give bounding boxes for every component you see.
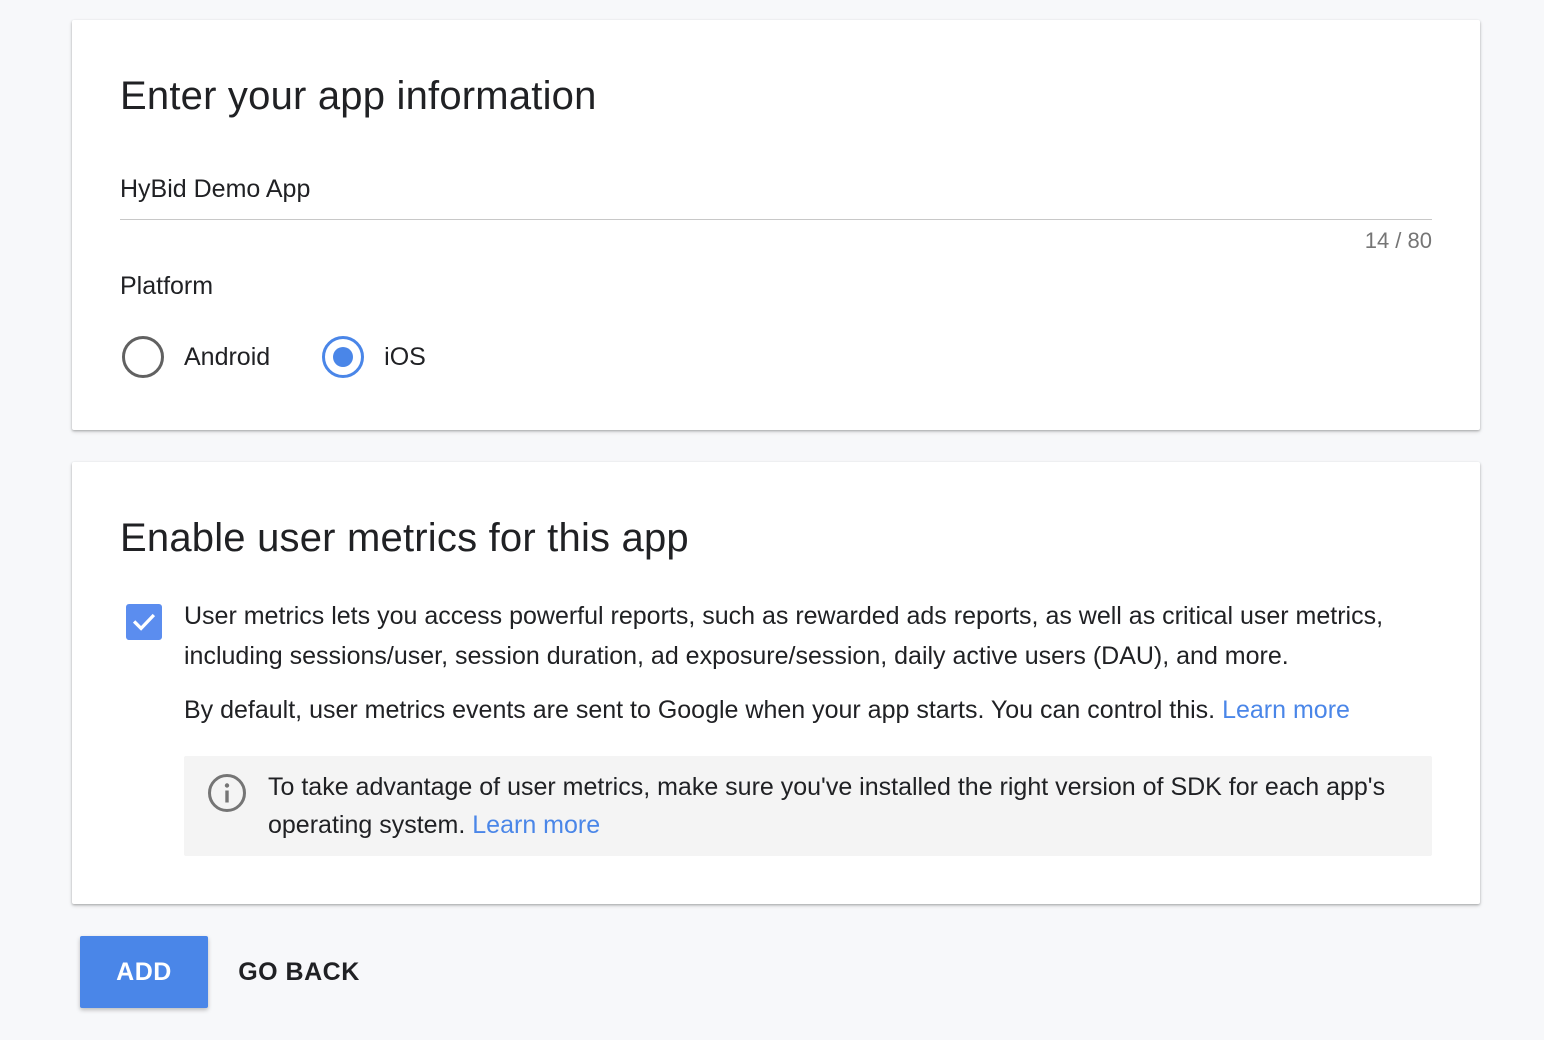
app-name-field[interactable] bbox=[120, 170, 1432, 220]
info-icon bbox=[208, 774, 246, 812]
add-button[interactable]: ADD bbox=[80, 936, 208, 1008]
learn-more-link[interactable]: Learn more bbox=[1222, 696, 1350, 724]
user-metrics-checkbox[interactable] bbox=[126, 604, 162, 640]
default-text: By default, user metrics events are sent… bbox=[184, 696, 1216, 724]
go-back-button[interactable]: GO BACK bbox=[226, 936, 372, 1008]
user-metrics-title: Enable user metrics for this app bbox=[120, 516, 689, 560]
app-info-card: Enter your app information 14 / 80 Platf… bbox=[72, 20, 1480, 430]
check-icon bbox=[132, 613, 156, 631]
sdk-info-box: To take advantage of user metrics, make … bbox=[184, 756, 1432, 856]
radio-ios[interactable] bbox=[322, 336, 365, 378]
radio-android[interactable] bbox=[122, 336, 164, 378]
platform-ios-label: iOS bbox=[384, 342, 426, 371]
sdk-info-text: To take advantage of user metrics, make … bbox=[268, 768, 1408, 844]
info-text: To take advantage of user metrics, make … bbox=[268, 773, 1386, 839]
app-name-input[interactable] bbox=[120, 170, 1432, 206]
char-counter: 14 / 80 bbox=[1364, 228, 1432, 253]
info-learn-more-link[interactable]: Learn more bbox=[472, 811, 600, 839]
app-info-title: Enter your app information bbox=[120, 74, 597, 118]
user-metrics-description: User metrics lets you access powerful re… bbox=[184, 602, 1384, 670]
user-metrics-card: Enable user metrics for this app User me… bbox=[72, 462, 1480, 904]
platform-radio-group: Android iOS bbox=[122, 336, 478, 378]
platform-option-ios[interactable]: iOS bbox=[322, 336, 426, 378]
platform-android-label: Android bbox=[184, 342, 271, 371]
platform-label: Platform bbox=[120, 272, 214, 300]
user-metrics-default-text: By default, user metrics events are sent… bbox=[184, 690, 1444, 730]
platform-option-android[interactable]: Android bbox=[122, 336, 270, 378]
